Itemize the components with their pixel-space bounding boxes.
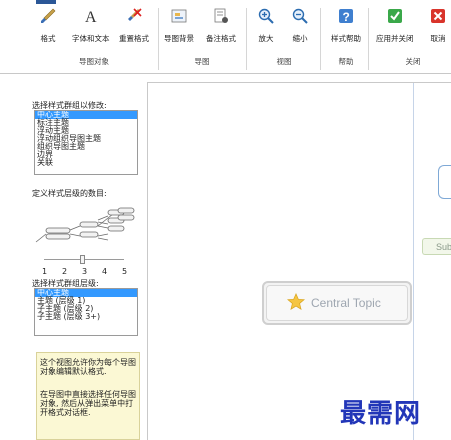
map-background-icon <box>169 6 189 26</box>
reset-format-icon <box>124 6 144 26</box>
info-text: 在导图中直接选择任何导图对象, 然后从弹出菜单中打开格式对话框. <box>40 390 136 417</box>
svg-text:?: ? <box>343 10 350 24</box>
map-background-button[interactable]: 导图背景 <box>164 6 194 44</box>
style-help-button[interactable]: ? 样式帮助 <box>331 6 361 44</box>
cancel-icon <box>428 6 448 26</box>
ribbon-toolbar: 格式 A 字体和文本 重置格式 导图对象 导图背景 备注格式 导图 放大 缩小 … <box>0 0 451 74</box>
cancel-button[interactable]: 取消 <box>428 6 448 44</box>
style-group-list[interactable]: 中心主题 标注主题 浮动主题 浮动组织导图主题 组织导图主题 边界 关联 <box>34 110 138 175</box>
tick-label: 1 <box>42 267 48 276</box>
map-canvas[interactable]: Sub Central Topic <box>147 82 451 440</box>
central-topic-label: Central Topic <box>311 296 381 310</box>
level-preview-diagram <box>34 202 138 262</box>
style-panel: 选择样式群组以修改: 中心主题 标注主题 浮动主题 浮动组织导图主题 组织导图主… <box>32 92 147 440</box>
tick-label: 3 <box>82 267 88 276</box>
format-button[interactable]: 格式 <box>38 6 58 44</box>
group-divider <box>246 8 247 70</box>
tick-label: 2 <box>62 267 68 276</box>
tick-label: 4 <box>102 267 108 276</box>
list-item[interactable]: 关联 <box>35 159 137 167</box>
tick-label: 5 <box>122 267 128 276</box>
page-boundary-line <box>413 83 414 440</box>
ribbon-tab-strip <box>0 0 451 4</box>
level-count-slider[interactable]: 1 2 3 4 5 <box>34 255 138 277</box>
group-label-view: 视图 <box>276 57 292 66</box>
notes-format-icon <box>211 6 231 26</box>
sub-topic-node[interactable]: Sub <box>422 238 451 255</box>
font-text-button[interactable]: A 字体和文本 <box>72 6 110 44</box>
group-label-help: 帮助 <box>338 57 354 66</box>
main-topic-node[interactable] <box>438 165 451 199</box>
svg-text:A: A <box>85 9 97 25</box>
group-divider <box>320 8 321 70</box>
group-label-close: 关闭 <box>405 57 421 66</box>
group-label-map: 导图 <box>194 57 210 66</box>
format-brush-icon <box>38 6 58 26</box>
info-note: 这个视图允许你为每个导图对象编辑默认格式. 在导图中直接选择任何导图对象, 然后… <box>36 352 140 440</box>
style-help-icon: ? <box>336 6 356 26</box>
zoom-in-icon <box>256 6 276 26</box>
watermark-logo: 最需网 <box>340 399 422 429</box>
info-text: 这个视图允许你为每个导图对象编辑默认格式. <box>40 358 136 376</box>
reset-format-button[interactable]: 重置格式 <box>119 6 149 44</box>
levels-title: 定义样式层级的数目: <box>32 189 107 198</box>
star-icon <box>286 292 306 314</box>
slider-thumb[interactable] <box>80 255 85 264</box>
zoom-in-button[interactable]: 放大 <box>256 6 276 44</box>
notes-format-button[interactable]: 备注格式 <box>206 6 236 44</box>
level-group-list[interactable]: 中心主题 主题 (层级 1) 子主题 (层级 2) 子主题 (层级 3+) <box>34 288 138 336</box>
zoom-out-icon <box>290 6 310 26</box>
active-tab-indicator[interactable] <box>36 0 56 4</box>
apply-close-icon <box>385 6 405 26</box>
group-divider <box>158 8 159 70</box>
zoom-out-button[interactable]: 缩小 <box>290 6 310 44</box>
level-preview-graphic <box>35 207 135 243</box>
central-topic-node[interactable]: Central Topic <box>262 281 412 325</box>
style-editor-window: 格式 A 字体和文本 重置格式 导图对象 导图背景 备注格式 导图 放大 缩小 … <box>0 0 451 440</box>
font-text-icon: A <box>81 6 101 26</box>
list-item[interactable]: 子主题 (层级 3+) <box>35 313 137 321</box>
apply-close-button[interactable]: 应用并关闭 <box>376 6 414 44</box>
central-topic-inner: Central Topic <box>266 285 408 321</box>
group-label-map-objects: 导图对象 <box>79 57 109 66</box>
group-divider <box>368 8 369 70</box>
